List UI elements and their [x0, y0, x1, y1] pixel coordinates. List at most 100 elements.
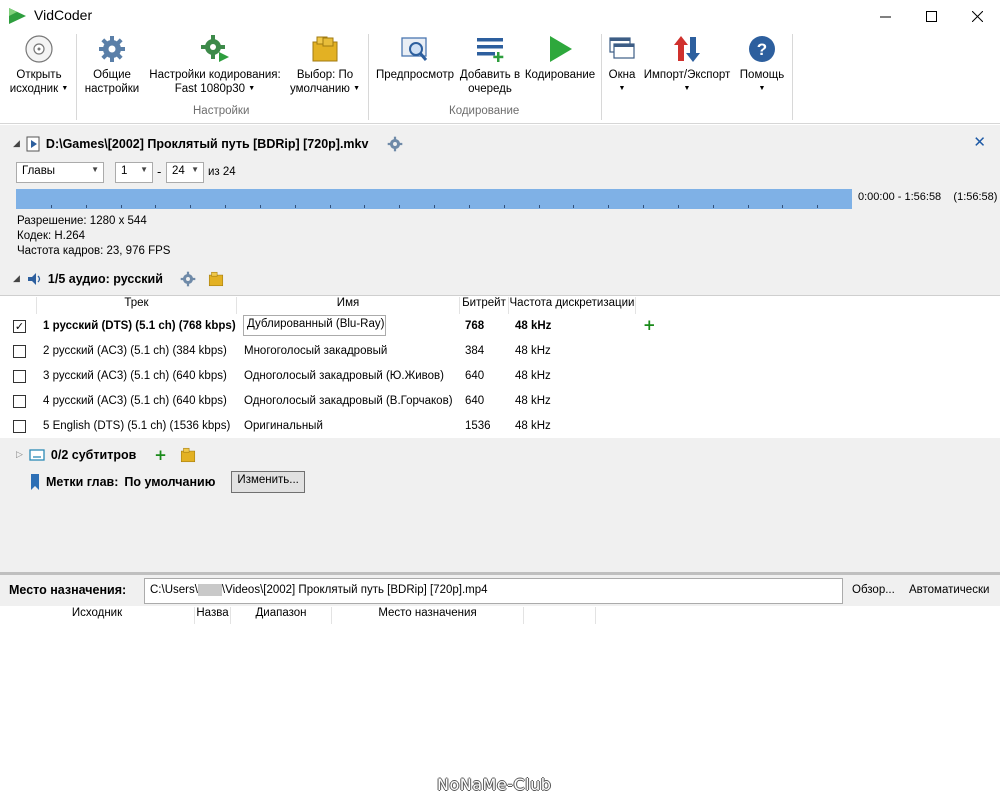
maximize-icon — [925, 10, 937, 22]
general-settings-button[interactable]: Общие настройки — [80, 34, 144, 96]
chevron-down-icon: ▼ — [91, 165, 99, 174]
subtitles-header: ▷ 0/2 субтитров + — [16, 446, 197, 464]
expand-triangle-icon[interactable]: ▷ — [16, 450, 23, 460]
add-audio-track-icon[interactable]: + — [643, 316, 656, 334]
preview-magnifier-icon — [401, 37, 428, 61]
add-to-queue-button[interactable]: Добавить в очередь — [458, 34, 522, 96]
close-window-button[interactable] — [954, 0, 1000, 32]
chapter-tick — [643, 205, 644, 208]
picker-label-2: умолчанию — [289, 83, 350, 96]
subtitle-folder-icon[interactable] — [179, 446, 197, 464]
range-type-value: Главы — [22, 165, 56, 177]
disc-icon — [25, 35, 53, 63]
minimize-button[interactable] — [862, 0, 908, 32]
video-file-icon — [26, 136, 40, 152]
close-source-icon[interactable]: ✕ — [973, 133, 986, 151]
windows-button[interactable]: Окна ▼ — [604, 34, 640, 96]
open-source-button[interactable]: Открыть исходник ▼ — [8, 34, 70, 96]
destination-path-input[interactable]: C:\Users\ \Videos\[2002] Проклятый путь [… — [144, 578, 843, 604]
queue-list-add-icon — [477, 38, 504, 62]
chapter-tick — [51, 205, 52, 208]
queue-column-source[interactable]: Исходник — [0, 607, 195, 624]
range-start-select[interactable]: 1 ▼ — [115, 162, 153, 183]
range-dash: - — [157, 165, 162, 179]
window-title: VidCoder — [34, 7, 93, 23]
open-source-label-2: исходник — [9, 83, 59, 96]
collapse-triangle-icon[interactable]: ◢ — [13, 139, 20, 149]
audio-track-checkbox[interactable] — [13, 370, 26, 383]
audio-sample-rate: 48 kHz — [515, 320, 552, 332]
encoding-settings-button[interactable]: Настройки кодирования: Fast 1080p30 ▼ — [146, 34, 284, 96]
source-settings-gear-icon[interactable] — [386, 135, 404, 153]
vidcoder-logo-icon — [9, 8, 26, 24]
queue-column-range[interactable]: Диапазон — [231, 607, 332, 624]
browse-button[interactable]: Обзор... — [852, 584, 895, 596]
group-encoding-label: Кодирование — [449, 105, 520, 117]
audio-settings-gear-icon[interactable] — [179, 270, 197, 288]
auto-destination-button[interactable]: Автоматически — [909, 584, 989, 596]
audio-track-label: 3 русский (AC3) (5.1 ch) (640 kbps) — [43, 370, 227, 382]
audio-track-name: Одноголосый закадровый (В.Горчаков) — [244, 395, 453, 407]
audio-row[interactable]: ✓ 1 русский (DTS) (5.1 ch) (768 kbps) Ду… — [0, 314, 1000, 339]
audio-track-checkbox[interactable]: ✓ — [13, 320, 26, 333]
open-source-label-1: Открыть — [16, 69, 62, 81]
audio-track-label: 4 русский (AC3) (5.1 ch) (640 kbps) — [43, 395, 227, 407]
chapter-tick — [469, 205, 470, 208]
audio-row[interactable]: 5 English (DTS) (5.1 ch) (1536 kbps) Ори… — [0, 414, 1000, 439]
encoding-gear-icon — [201, 35, 229, 62]
chapter-tick — [573, 205, 574, 208]
column-header-track[interactable]: Трек — [36, 297, 237, 314]
maximize-button[interactable] — [908, 0, 954, 32]
audio-bitrate: 640 — [465, 370, 485, 382]
queue-column-title[interactable]: Назва — [195, 607, 231, 624]
audio-row[interactable]: 2 русский (AC3) (5.1 ch) (384 kbps) Мног… — [0, 339, 1000, 364]
chapter-tick — [504, 205, 505, 208]
help-button[interactable]: ? Помощь ▼ — [736, 34, 788, 96]
change-chapters-button[interactable]: Изменить... — [231, 471, 305, 493]
chapter-markers-label: Метки глав: — [46, 475, 119, 489]
add-subtitle-icon[interactable]: + — [154, 446, 167, 464]
audio-track-checkbox[interactable] — [13, 345, 26, 358]
framerate-text: Частота кадров: 23, 976 FPS — [17, 245, 171, 257]
audio-header: ◢ 1/5 аудио: русский — [13, 270, 225, 288]
preview-button[interactable]: Предпросмотр — [373, 34, 457, 82]
audio-track-name-input[interactable]: Дублированный (Blu-Ray) — [243, 315, 386, 336]
import-export-button[interactable]: Импорт/Экспорт ▼ — [640, 34, 734, 96]
chapter-tick — [539, 205, 540, 208]
title-bar: VidCoder — [0, 0, 1000, 32]
chapter-tick — [678, 205, 679, 208]
audio-track-name: Одноголосый закадровый (Ю.Живов) — [244, 370, 444, 382]
queue-table-header: Исходник Назва Диапазон Место назначения — [0, 606, 1000, 624]
column-header-name[interactable]: Имя — [237, 297, 460, 314]
encoding-preset-label: Fast 1080p30 — [174, 83, 246, 96]
ribbon-separator — [601, 34, 602, 120]
timeline-bar[interactable] — [16, 189, 852, 209]
picker-button[interactable]: Выбор: По умолчанию ▼ — [286, 34, 364, 96]
source-path: D:\Games\[2002] Проклятый путь [BDRip] [… — [45, 137, 369, 151]
range-type-select[interactable]: Главы ▼ — [16, 162, 104, 183]
chevron-down-icon: ▼ — [140, 165, 148, 174]
collapse-triangle-icon[interactable]: ◢ — [13, 274, 20, 284]
chapter-tick — [155, 205, 156, 208]
audio-track-table: Трек Имя Битрейт Частота дискретизации ✓… — [0, 295, 1000, 438]
audio-track-checkbox[interactable] — [13, 395, 26, 408]
source-panel: ◢ D:\Games\[2002] Проклятый путь [BDRip]… — [0, 125, 1000, 572]
dropdown-caret-icon: ▼ — [353, 85, 361, 92]
audio-row[interactable]: 3 русский (AC3) (5.1 ch) (640 kbps) Одно… — [0, 364, 1000, 389]
queue-column-empty — [524, 607, 596, 624]
audio-track-name: Оригинальный — [244, 420, 323, 432]
audio-track-checkbox[interactable] — [13, 420, 26, 433]
codec-text: Кодек: H.264 — [17, 230, 86, 242]
audio-row[interactable]: 4 русский (AC3) (5.1 ch) (640 kbps) Одно… — [0, 389, 1000, 414]
column-header-bitrate[interactable]: Битрейт — [460, 297, 509, 314]
range-end-select[interactable]: 24 ▼ — [166, 162, 204, 183]
destination-path-suffix: \Videos\[2002] Проклятый путь [BDRip] [7… — [221, 584, 488, 597]
chapter-markers-value: По умолчанию — [124, 475, 216, 489]
audio-bitrate: 768 — [465, 320, 485, 332]
dropdown-caret-icon: ▼ — [618, 85, 626, 92]
encode-label: Кодирование — [524, 69, 596, 81]
encode-button[interactable]: Кодирование — [523, 34, 597, 82]
audio-folder-icon[interactable] — [207, 270, 225, 288]
queue-column-destination[interactable]: Место назначения — [332, 607, 524, 624]
column-header-sample-rate[interactable]: Частота дискретизации — [509, 297, 636, 314]
